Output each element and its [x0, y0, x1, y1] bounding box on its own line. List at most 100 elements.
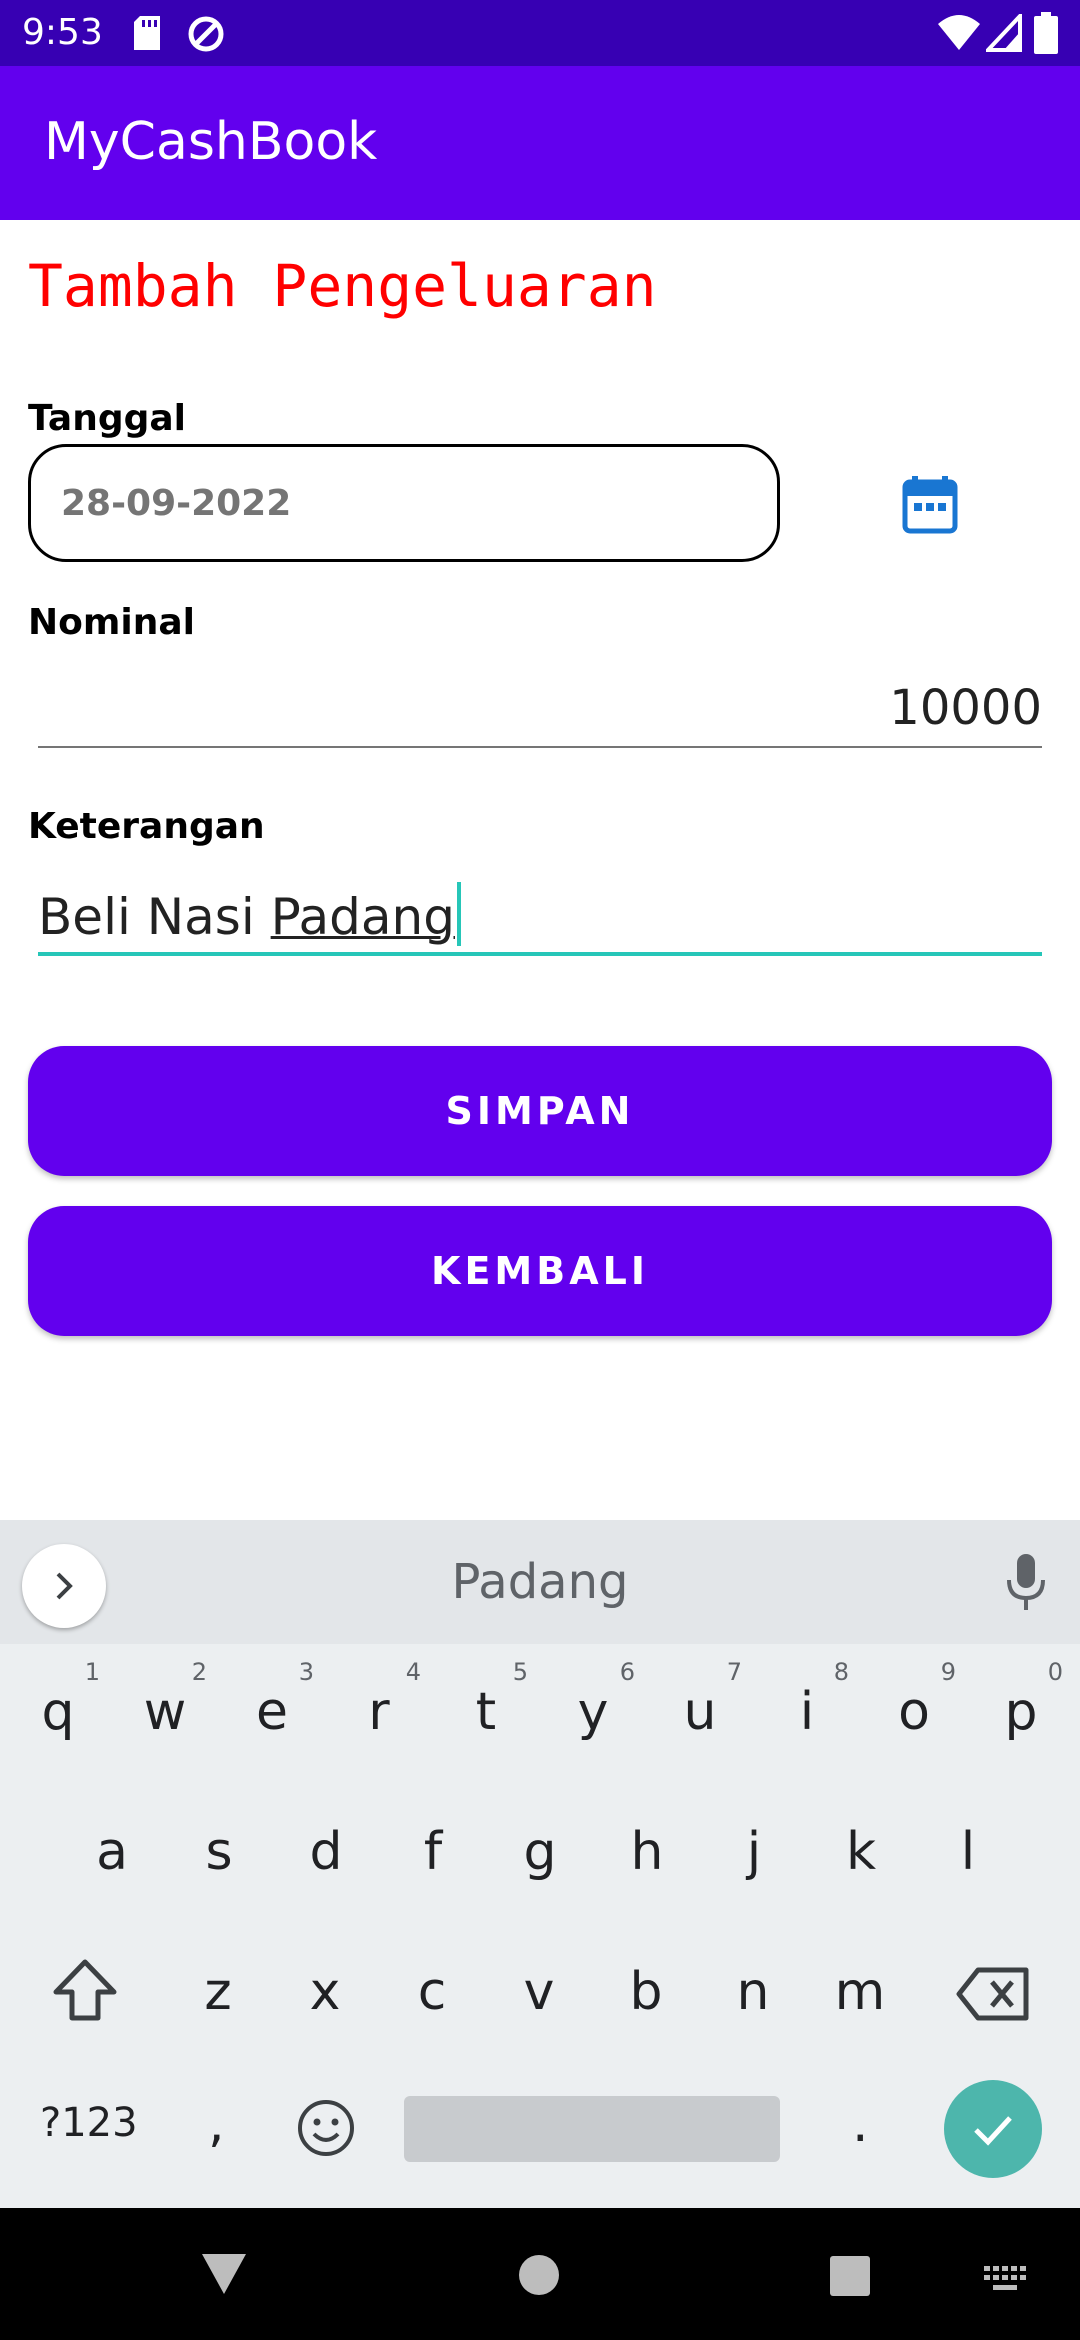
- date-field[interactable]: 28-09-2022: [28, 444, 780, 562]
- key-label: p: [1004, 1682, 1038, 1742]
- recents-square-icon[interactable]: [830, 2256, 870, 2296]
- key-w[interactable]: w2: [115, 1652, 215, 1772]
- nominal-value: 10000: [889, 680, 1042, 736]
- key-label: f: [423, 1822, 443, 1882]
- key-hint-number: 1: [84, 1658, 100, 1686]
- key-hint-number: 5: [512, 1658, 528, 1686]
- key-t[interactable]: t5: [436, 1652, 536, 1772]
- data-saver-icon: [188, 16, 224, 52]
- app-bar: MyCashBook: [0, 66, 1080, 220]
- sd-card-icon: [134, 16, 160, 50]
- key-label: l: [960, 1822, 976, 1882]
- key-label: e: [256, 1682, 288, 1742]
- status-bar: 9:53: [0, 0, 1080, 66]
- key-hint-number: 3: [298, 1658, 314, 1686]
- key-label: u: [683, 1682, 717, 1742]
- key-hint-number: 7: [726, 1658, 742, 1686]
- key-label: a: [96, 1822, 128, 1882]
- suggestion-word[interactable]: Padang: [0, 1554, 1080, 1610]
- key-j[interactable]: j: [704, 1792, 804, 1912]
- key-a[interactable]: a: [62, 1792, 162, 1912]
- save-button[interactable]: SIMPAN: [28, 1046, 1052, 1176]
- key-hint-number: 6: [619, 1658, 635, 1686]
- key-label: o: [898, 1682, 930, 1742]
- keyboard-switch-icon[interactable]: [984, 2266, 1028, 2292]
- key-label: d: [309, 1822, 343, 1882]
- key-hint-number: 0: [1047, 1658, 1063, 1686]
- key-label: b: [629, 1962, 663, 2022]
- app-title: MyCashBook: [44, 112, 378, 172]
- key-b[interactable]: b: [596, 1932, 696, 2052]
- key-y[interactable]: y6: [543, 1652, 643, 1772]
- key-label: s: [205, 1822, 233, 1882]
- key-c[interactable]: c: [382, 1932, 482, 2052]
- key-i[interactable]: i8: [757, 1652, 857, 1772]
- key-q[interactable]: q1: [8, 1652, 108, 1772]
- key-d[interactable]: d: [276, 1792, 376, 1912]
- backspace-icon[interactable]: [956, 1966, 1030, 2022]
- description-label: Keterangan: [28, 806, 265, 847]
- description-composing-word: Padang: [270, 888, 455, 946]
- key-r[interactable]: r4: [329, 1652, 429, 1772]
- wifi-icon: [938, 15, 980, 50]
- key-label: c: [417, 1962, 447, 2022]
- enter-button[interactable]: [944, 2080, 1042, 2178]
- key-label: z: [204, 1962, 232, 2022]
- key-label: w: [143, 1682, 187, 1742]
- key-label: x: [309, 1962, 341, 2022]
- symbols-key[interactable]: ?123: [40, 2100, 138, 2146]
- key-label: k: [845, 1822, 877, 1882]
- shift-icon[interactable]: [50, 1956, 120, 2026]
- space-key[interactable]: [404, 2096, 780, 2162]
- nominal-label: Nominal: [28, 602, 195, 643]
- key-label: t: [475, 1682, 497, 1742]
- description-input[interactable]: Beli Nasi Padang: [38, 876, 1042, 956]
- key-u[interactable]: u7: [650, 1652, 750, 1772]
- key-o[interactable]: o9: [864, 1652, 964, 1772]
- key-l[interactable]: l: [918, 1792, 1018, 1912]
- nominal-input[interactable]: 10000: [38, 672, 1042, 748]
- key-hint-number: 4: [405, 1658, 421, 1686]
- key-v[interactable]: v: [489, 1932, 589, 2052]
- key-x[interactable]: x: [275, 1932, 375, 2052]
- key-hint-number: 8: [833, 1658, 849, 1686]
- key-z[interactable]: z: [168, 1932, 268, 2052]
- key-g[interactable]: g: [490, 1792, 590, 1912]
- date-label: Tanggal: [28, 398, 187, 439]
- battery-icon: [1034, 12, 1058, 54]
- microphone-icon[interactable]: [1006, 1554, 1046, 1612]
- key-h[interactable]: h: [597, 1792, 697, 1912]
- key-label: v: [523, 1962, 555, 2022]
- key-label: n: [736, 1962, 770, 2022]
- back-button[interactable]: KEMBALI: [28, 1206, 1052, 1336]
- key-label: m: [834, 1962, 886, 2022]
- key-hint-number: 9: [940, 1658, 956, 1686]
- key-k[interactable]: k: [811, 1792, 911, 1912]
- home-circle-icon[interactable]: [518, 2254, 560, 2296]
- suggestion-bar: Padang: [0, 1520, 1080, 1644]
- description-prefix: Beli Nasi: [38, 888, 271, 946]
- key-n[interactable]: n: [703, 1932, 803, 2052]
- key-s[interactable]: s: [169, 1792, 269, 1912]
- date-value: 28-09-2022: [61, 483, 292, 524]
- comma-key[interactable]: ,: [208, 2094, 225, 2154]
- key-f[interactable]: f: [383, 1792, 483, 1912]
- calendar-icon[interactable]: [902, 476, 958, 534]
- period-key[interactable]: .: [852, 2094, 869, 2154]
- key-label: g: [523, 1822, 557, 1882]
- key-hint-number: 2: [191, 1658, 207, 1686]
- key-m[interactable]: m: [810, 1932, 910, 2052]
- key-label: r: [368, 1682, 390, 1742]
- status-time: 9:53: [22, 12, 103, 53]
- check-icon: [974, 2116, 1012, 2146]
- key-label: h: [630, 1822, 664, 1882]
- description-text: Beli Nasi Padang: [38, 882, 461, 946]
- key-label: q: [41, 1682, 75, 1742]
- back-triangle-icon[interactable]: [200, 2252, 248, 2296]
- emoji-icon[interactable]: [296, 2098, 356, 2158]
- key-e[interactable]: e3: [222, 1652, 322, 1772]
- page-title: Tambah Pengeluaran: [28, 252, 657, 320]
- signal-icon: [986, 14, 1022, 52]
- key-p[interactable]: p0: [971, 1652, 1071, 1772]
- key-label: j: [746, 1822, 762, 1882]
